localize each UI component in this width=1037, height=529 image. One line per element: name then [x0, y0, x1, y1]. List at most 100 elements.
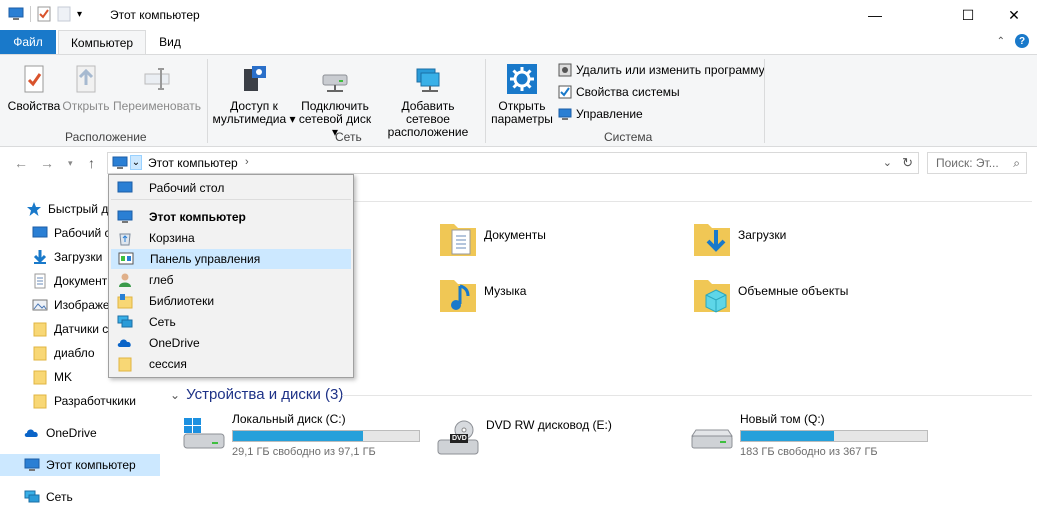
dropdown-item-user-folder[interactable]: глеб	[111, 270, 351, 290]
hard-drive-icon	[691, 429, 733, 449]
new-folder-icon[interactable]	[57, 6, 71, 22]
properties-check-icon[interactable]	[37, 6, 51, 22]
window-title: Этот компьютер	[110, 8, 200, 22]
document-icon	[34, 273, 46, 289]
dropdown-item-this-pc[interactable]: Этот компьютер	[111, 207, 351, 227]
help-icon[interactable]: ?	[1015, 34, 1029, 48]
rename-button[interactable]: Переименовать	[112, 63, 202, 113]
folder-tile-music[interactable]: Музыка	[438, 272, 526, 316]
breadcrumb-chevron-icon[interactable]: ›	[245, 156, 249, 168]
settings-gear-icon	[507, 64, 537, 94]
folder-tile-3d-objects[interactable]: Объемные объекты	[692, 272, 848, 316]
section-divider	[342, 395, 1032, 396]
dropdown-item-recycle-bin[interactable]: Корзина	[111, 228, 351, 248]
uninstall-program-button[interactable]: Удалить или изменить программу	[558, 63, 765, 77]
computer-icon	[117, 210, 133, 223]
customize-toolbar-chevron-icon[interactable]: ▾	[77, 9, 82, 20]
up-arrow-icon[interactable]: ↑	[88, 155, 95, 171]
drive-usage-fill	[233, 431, 364, 441]
group-label-location: Расположение	[65, 130, 147, 144]
minimize-button[interactable]: —	[852, 0, 898, 30]
folder-tile-downloads[interactable]: Загрузки	[692, 216, 786, 260]
cloud-icon	[24, 429, 38, 437]
desktop-icon	[117, 181, 133, 193]
properties-button[interactable]: Свойства	[8, 63, 60, 113]
maximize-button[interactable]: ☐	[945, 0, 991, 30]
computer-management-icon	[558, 108, 572, 120]
dropdown-item-control-panel[interactable]: Панель управления	[111, 249, 351, 269]
user-icon	[119, 273, 131, 287]
drive-usage-fill	[741, 431, 834, 441]
address-history-chevron-icon[interactable]: ⌄	[883, 156, 892, 169]
folder-icon	[118, 357, 132, 372]
nav-item-folder[interactable]: Разработчкики	[0, 390, 160, 412]
tab-view[interactable]: Вид	[150, 30, 190, 54]
address-computer-icon	[112, 156, 128, 169]
dvd-badge: DVD	[452, 435, 467, 442]
collapse-ribbon-chevron-icon[interactable]: ⌃	[997, 36, 1005, 47]
drive-tile-c[interactable]: Локальный диск (C:) 29,1 ГБ свободно из …	[182, 412, 420, 458]
drive-tile-e[interactable]: DVD DVD RW дисковод (E:)	[436, 416, 612, 456]
nav-item-network[interactable]: Сеть	[0, 486, 160, 508]
folder-icon	[33, 346, 47, 361]
network-drive-icon	[322, 74, 348, 92]
group-label-network: Сеть	[335, 130, 362, 144]
back-arrow-icon[interactable]: ←	[14, 155, 28, 171]
folder-icon	[33, 394, 47, 409]
documents-folder-icon	[440, 224, 476, 256]
map-network-drive-button[interactable]: Подключить сетевой диск ▾	[296, 63, 374, 139]
folder-tile-documents[interactable]: Документы	[438, 216, 546, 260]
nav-item-this-pc[interactable]: Этот компьютер	[0, 454, 160, 476]
media-access-button[interactable]: Доступ к мультимедиа ▾	[212, 63, 296, 126]
recycle-bin-icon	[119, 233, 131, 246]
recent-locations-chevron-icon[interactable]: ▾	[68, 158, 73, 169]
dropdown-item-session-folder[interactable]: сессия	[111, 354, 351, 374]
address-dropdown-menu: Рабочий стол Этот компьютер Корзина Пане…	[108, 174, 354, 378]
dropdown-item-onedrive[interactable]: OneDrive	[111, 333, 351, 353]
open-settings-button[interactable]: Открыть параметры	[490, 63, 554, 126]
music-folder-icon	[440, 280, 476, 312]
toolbar-separator	[30, 6, 31, 22]
network-icon	[117, 315, 133, 328]
libraries-icon	[117, 294, 133, 309]
ribbon-separator	[764, 59, 765, 143]
uninstall-icon	[558, 63, 572, 77]
address-bar[interactable]: ⌄ Этот компьютер › ⌄ ↻	[107, 152, 919, 174]
control-panel-icon	[118, 252, 134, 265]
refresh-icon[interactable]: ↻	[902, 155, 913, 171]
folder-icon	[33, 370, 47, 385]
tab-file[interactable]: Файл	[0, 30, 56, 54]
network-icon	[24, 490, 40, 503]
star-icon	[27, 202, 41, 216]
desktop-icon	[32, 226, 48, 238]
downloads-folder-icon	[694, 224, 730, 256]
dropdown-item-network[interactable]: Сеть	[111, 312, 351, 332]
open-button[interactable]: Открыть	[62, 63, 110, 113]
devices-section-header[interactable]: ⌄ Устройства и диски (3)	[170, 386, 343, 403]
address-location[interactable]: Этот компьютер	[148, 156, 238, 170]
computer-icon	[24, 458, 40, 471]
system-properties-icon	[558, 85, 572, 99]
manage-button[interactable]: Управление	[558, 107, 643, 121]
tab-computer[interactable]: Компьютер	[58, 30, 146, 55]
forward-arrow-icon[interactable]: →	[40, 155, 54, 171]
close-button[interactable]: ✕	[991, 0, 1037, 30]
3d-objects-folder-icon	[694, 280, 730, 313]
add-network-location-button[interactable]: Добавить сетевое расположение	[378, 63, 478, 139]
drive-tile-q[interactable]: Новый том (Q:) 183 ГБ свободно из 367 ГБ	[690, 412, 928, 458]
system-properties-button[interactable]: Свойства системы	[558, 85, 680, 99]
system-drive-icon	[183, 418, 225, 449]
properties-icon	[24, 65, 44, 93]
computer-icon[interactable]	[8, 7, 24, 21]
folder-icon	[33, 322, 47, 337]
address-dropdown-chevron-icon[interactable]: ⌄	[130, 155, 142, 170]
search-input[interactable]: Поиск: Эт... ⌕	[927, 152, 1027, 174]
dropdown-item-desktop[interactable]: Рабочий стол	[111, 178, 351, 198]
nav-item-onedrive[interactable]: OneDrive	[0, 422, 160, 444]
drive-usage-bar	[232, 430, 420, 442]
open-icon	[76, 65, 96, 93]
ribbon-separator	[485, 59, 486, 143]
search-icon: ⌕	[1013, 156, 1020, 170]
dropdown-item-libraries[interactable]: Библиотеки	[111, 291, 351, 311]
picture-icon	[32, 299, 48, 311]
